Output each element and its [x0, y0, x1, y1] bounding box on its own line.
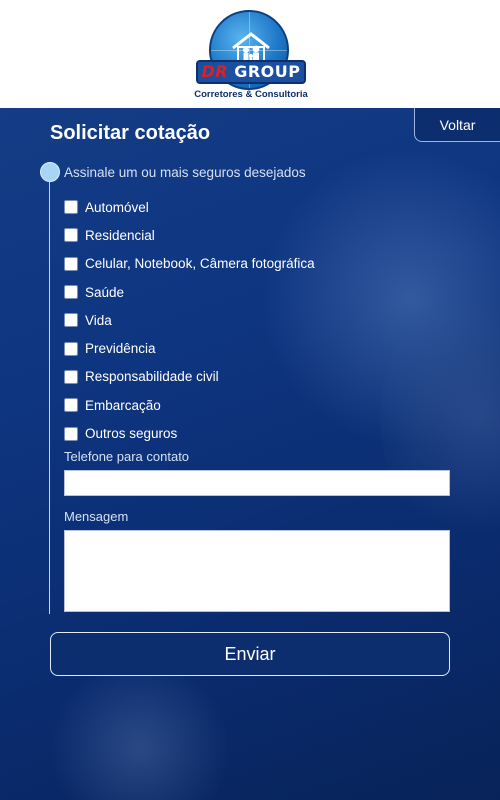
- checkbox[interactable]: [64, 256, 78, 271]
- logo-wordmark: DR GROUP: [196, 60, 306, 84]
- checkbox[interactable]: [64, 426, 78, 441]
- step-dot: [40, 162, 60, 182]
- option-celular-notebook-camera[interactable]: Celular, Notebook, Câmera fotográfica: [64, 250, 464, 278]
- phone-label: Telefone para contato: [64, 449, 190, 464]
- form-title: Solicitar cotação: [50, 122, 211, 144]
- option-saude[interactable]: Saúde: [64, 278, 464, 306]
- checkbox[interactable]: [64, 313, 78, 328]
- option-label: Vida: [85, 312, 112, 328]
- dr-group-logo[interactable]: DR GROUP Corretores & Consultoria: [194, 6, 308, 104]
- option-label: Residencial: [85, 227, 155, 243]
- option-label: Saúde: [85, 284, 125, 300]
- logo-name-dr: DR: [201, 62, 229, 81]
- option-vida[interactable]: Vida: [64, 306, 464, 334]
- option-label: Automóvel: [85, 199, 149, 215]
- option-previdencia[interactable]: Previdência: [64, 334, 464, 362]
- background-glow: [40, 668, 240, 800]
- checkbox[interactable]: [64, 285, 78, 300]
- phone-input[interactable]: [64, 470, 450, 496]
- message-label: Mensagem: [64, 509, 129, 524]
- option-label: Responsabilidade civil: [85, 369, 219, 385]
- message-textarea[interactable]: [64, 530, 450, 612]
- option-responsabilidade-civil[interactable]: Responsabilidade civil: [64, 363, 464, 391]
- logo-tagline: Corretores & Consultoria: [194, 89, 308, 100]
- insurance-prompt: Assinale um ou mais seguros desejados: [64, 165, 306, 180]
- checkbox[interactable]: [64, 398, 78, 413]
- option-residencial[interactable]: Residencial: [64, 221, 464, 249]
- option-label: Embarcação: [85, 397, 161, 413]
- option-label: Outros seguros: [85, 426, 178, 442]
- insurance-options: Automóvel Residencial Celular, Notebook,…: [64, 193, 464, 448]
- back-button[interactable]: Voltar: [414, 108, 500, 142]
- step-line: [49, 182, 50, 614]
- app-header: DR GROUP Corretores & Consultoria: [0, 0, 500, 108]
- checkbox[interactable]: [64, 200, 78, 215]
- checkbox[interactable]: [64, 228, 78, 243]
- checkbox[interactable]: [64, 341, 78, 356]
- checkbox[interactable]: [64, 369, 78, 384]
- logo-name-group: GROUP: [234, 62, 301, 81]
- send-button[interactable]: Enviar: [50, 632, 450, 676]
- option-label: Previdência: [85, 341, 156, 357]
- option-label: Celular, Notebook, Câmera fotográfica: [85, 256, 315, 272]
- option-automovel[interactable]: Automóvel: [64, 193, 464, 221]
- option-outros-seguros[interactable]: Outros seguros: [64, 419, 464, 447]
- option-embarcacao[interactable]: Embarcação: [64, 391, 464, 419]
